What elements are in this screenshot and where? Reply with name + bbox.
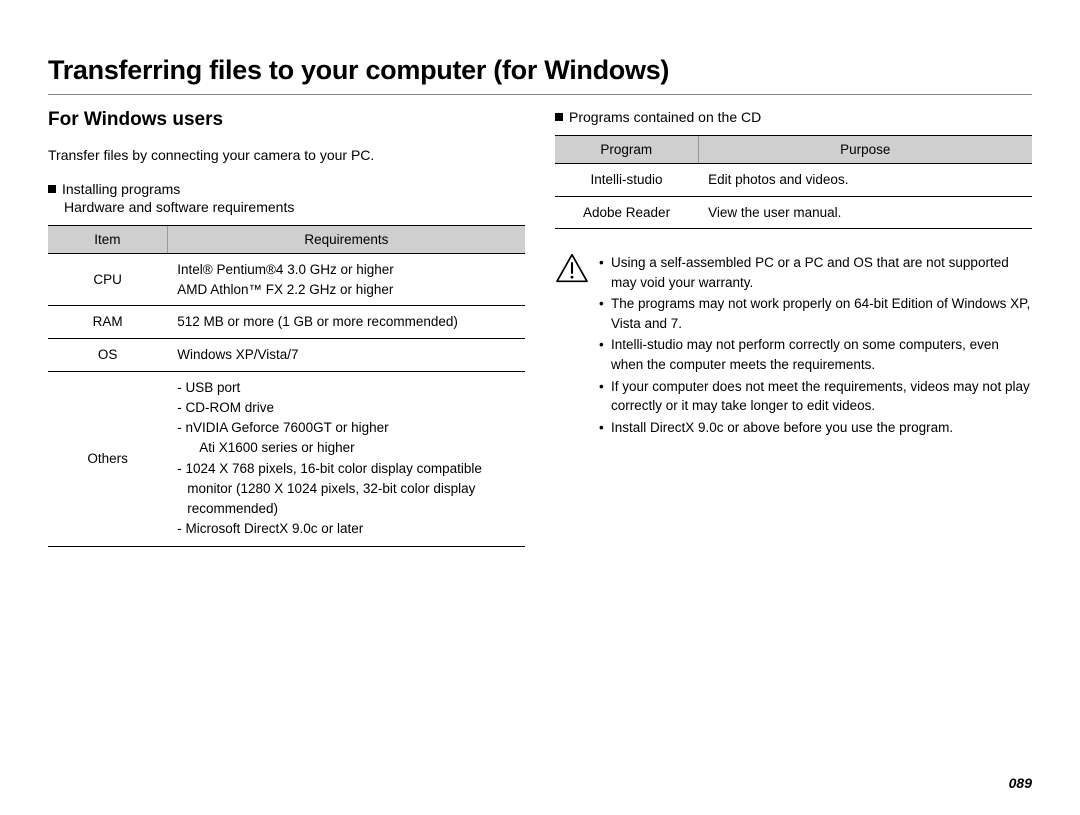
warning-icon <box>555 253 589 283</box>
req-item-value: Windows XP/Vista/7 <box>167 338 525 371</box>
program-purpose: Edit photos and videos. <box>698 164 1032 197</box>
table-row: Intelli-studio Edit photos and videos. <box>555 164 1032 197</box>
table-header-item: Item <box>48 226 167 254</box>
warning-list: Using a self-assembled PC or a PC and OS… <box>599 253 1032 439</box>
req-item-value: Intel® Pentium®4 3.0 GHz or higher AMD A… <box>167 254 525 306</box>
req-item-label: CPU <box>48 254 167 306</box>
title-divider <box>48 94 1032 95</box>
table-row: OS Windows XP/Vista/7 <box>48 338 525 371</box>
table-header-purpose: Purpose <box>698 136 1032 164</box>
req-item-label: Others <box>48 371 167 546</box>
right-column: Programs contained on the CD Program Pur… <box>555 109 1032 547</box>
program-name: Intelli-studio <box>555 164 698 197</box>
table-row: RAM 512 MB or more (1 GB or more recomme… <box>48 306 525 339</box>
table-row: Others - USB port - CD-ROM drive - nVIDI… <box>48 371 525 546</box>
page-title: Transferring files to your computer (for… <box>48 55 1032 86</box>
list-item: If your computer does not meet the requi… <box>599 377 1032 416</box>
list-item: The programs may not work properly on 64… <box>599 294 1032 333</box>
section-heading-windows-users: For Windows users <box>48 109 525 131</box>
square-bullet-icon <box>48 185 56 193</box>
req-item-value: - USB port - CD-ROM drive - nVIDIA Gefor… <box>167 371 525 546</box>
warning-block: Using a self-assembled PC or a PC and OS… <box>555 253 1032 439</box>
list-item: - USB port <box>177 378 515 398</box>
table-header-requirements: Requirements <box>167 226 525 254</box>
list-item-sub: Ati X1600 series or higher <box>177 438 515 458</box>
table-row: CPU Intel® Pentium®4 3.0 GHz or higher A… <box>48 254 525 306</box>
page-number: 089 <box>1009 775 1032 791</box>
installing-programs-label: Installing programs <box>48 181 525 197</box>
square-bullet-icon <box>555 113 563 121</box>
intro-text: Transfer files by connecting your camera… <box>48 145 525 165</box>
list-item: Using a self-assembled PC or a PC and OS… <box>599 253 1032 292</box>
list-item: - nVIDIA Geforce 7600GT or higher <box>177 418 515 438</box>
req-item-label: RAM <box>48 306 167 339</box>
program-purpose: View the user manual. <box>698 196 1032 229</box>
req-item-value: 512 MB or more (1 GB or more recommended… <box>167 306 525 339</box>
programs-table: Program Purpose Intelli-studio Edit phot… <box>555 135 1032 229</box>
others-list: - USB port - CD-ROM drive - nVIDIA Gefor… <box>177 378 515 540</box>
list-item: Install DirectX 9.0c or above before you… <box>599 418 1032 438</box>
list-item: - Microsoft DirectX 9.0c or later <box>177 519 515 539</box>
programs-on-cd-label: Programs contained on the CD <box>555 109 1032 125</box>
programs-on-cd-text: Programs contained on the CD <box>569 109 761 125</box>
requirements-table: Item Requirements CPU Intel® Pentium®4 3… <box>48 225 525 546</box>
two-column-layout: For Windows users Transfer files by conn… <box>48 109 1032 547</box>
req-item-label: OS <box>48 338 167 371</box>
table-header-program: Program <box>555 136 698 164</box>
program-name: Adobe Reader <box>555 196 698 229</box>
list-item: - 1024 X 768 pixels, 16-bit color displa… <box>177 459 515 520</box>
requirements-label: Hardware and software requirements <box>64 199 525 215</box>
list-item: Intelli-studio may not perform correctly… <box>599 335 1032 374</box>
list-item: - CD-ROM drive <box>177 398 515 418</box>
manual-page: Transferring files to your computer (for… <box>0 0 1080 815</box>
installing-programs-text: Installing programs <box>62 181 180 197</box>
table-row: Adobe Reader View the user manual. <box>555 196 1032 229</box>
left-column: For Windows users Transfer files by conn… <box>48 109 525 547</box>
